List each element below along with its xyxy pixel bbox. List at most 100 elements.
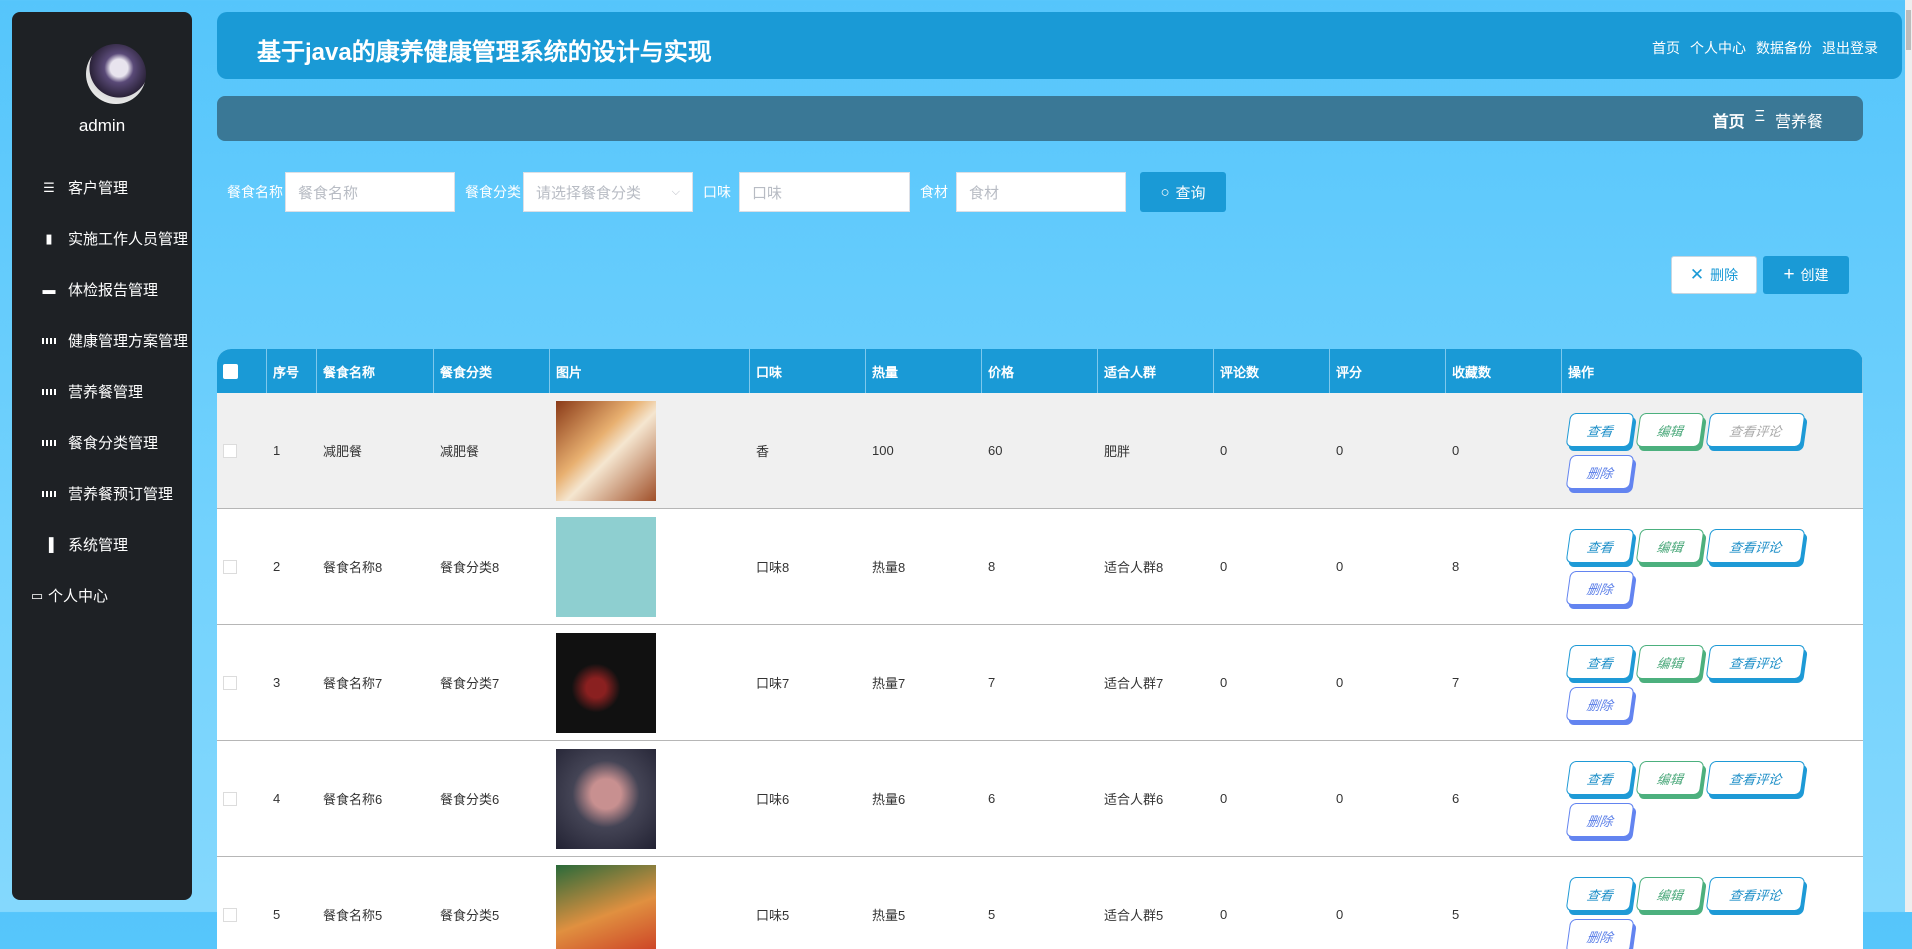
taste-input[interactable]: 口味 [739, 172, 910, 212]
row-delete-button[interactable]: 删除 [1566, 919, 1635, 949]
edit-button[interactable]: 编辑 [1636, 529, 1705, 563]
ticket-icon: ▬ [42, 283, 56, 297]
meal-image[interactable] [556, 865, 656, 949]
ingredient-input[interactable]: 食材 [956, 172, 1126, 212]
search-bar: 餐食名称 餐食名称 餐食分类 请选择餐食分类⌵ 口味 口味 食材 食材 ○查询 [227, 172, 1226, 212]
sidebar-item-bookings[interactable]: 营养餐预订管理 [12, 468, 192, 519]
sliders-icon: ☰ [42, 181, 56, 195]
sidebar-item-profile[interactable]: ▭个人中心 [12, 570, 192, 621]
view-button[interactable]: 查看 [1566, 529, 1635, 563]
table-row: 2餐食名称8餐食分类8口味8热量88适合人群8008 查看 编辑 查看评论 删除 [217, 509, 1863, 625]
row-checkbox[interactable] [223, 908, 237, 922]
select-all-checkbox[interactable] [223, 364, 238, 379]
column-header: 价格 [982, 349, 1098, 393]
name-input[interactable]: 餐食名称 [285, 172, 455, 212]
view-button[interactable]: 查看 [1566, 413, 1635, 447]
view-reviews-button[interactable]: 查看评论 [1706, 761, 1806, 795]
sidebar-item-system[interactable]: ▐ 系统管理 [12, 519, 192, 570]
table-row: 4餐食名称6餐食分类6口味6热量66适合人群6006 查看 编辑 查看评论 删除 [217, 741, 1863, 857]
nav-profile[interactable]: 个人中心 [1690, 38, 1746, 58]
column-header: 评论数 [1214, 349, 1330, 393]
row-checkbox[interactable] [223, 792, 237, 806]
sidebar-item-label: 实施工作人员管理 [68, 228, 188, 249]
row-checkbox[interactable] [223, 560, 237, 574]
nav-logout[interactable]: 退出登录 [1822, 38, 1878, 58]
edit-button[interactable]: 编辑 [1636, 645, 1705, 679]
breadcrumb-home[interactable]: 首页 [1713, 108, 1745, 132]
table-cell: 减肥餐 [434, 393, 550, 508]
table-cell: 0 [1330, 393, 1446, 508]
table-cell: 热量8 [866, 509, 982, 624]
meal-image[interactable] [556, 749, 656, 849]
table-cell: 热量7 [866, 625, 982, 740]
query-label: 查询 [1176, 182, 1206, 203]
row-checkbox[interactable] [223, 444, 237, 458]
delete-button[interactable]: ✕删除 [1671, 256, 1757, 294]
breadcrumb-separator: Ξ [1755, 108, 1765, 132]
nav-home[interactable]: 首页 [1652, 38, 1680, 58]
view-reviews-button[interactable]: 查看评论 [1706, 413, 1806, 447]
table-row: 5餐食名称5餐食分类5口味5热量55适合人群5005 查看 编辑 查看评论 删除 [217, 857, 1863, 949]
sidebar-item-reports[interactable]: ▬体检报告管理 [12, 264, 192, 315]
meals-table: 序号餐食名称餐食分类图片口味热量价格适合人群评论数评分收藏数操作 1减肥餐减肥餐… [217, 349, 1863, 949]
sidebar-item-label: 营养餐管理 [68, 381, 143, 402]
avatar[interactable] [86, 44, 146, 104]
sidebar-item-meals[interactable]: 营养餐管理 [12, 366, 192, 417]
sidebar-item-categories[interactable]: 餐食分类管理 [12, 417, 192, 468]
table-cell: 0 [1330, 857, 1446, 949]
meal-image[interactable] [556, 633, 656, 733]
row-delete-button[interactable]: 删除 [1566, 687, 1635, 721]
view-reviews-button[interactable]: 查看评论 [1706, 645, 1806, 679]
view-reviews-button[interactable]: 查看评论 [1706, 877, 1806, 911]
name-label: 餐食名称 [227, 182, 283, 202]
column-header: 餐食分类 [434, 349, 550, 393]
sidebar-item-customers[interactable]: ☰ 客户管理 [12, 162, 192, 213]
table-cell: 0 [1214, 393, 1330, 508]
ingredient-label: 食材 [920, 182, 948, 202]
table-cell: 0 [1330, 625, 1446, 740]
row-checkbox[interactable] [223, 676, 237, 690]
category-select[interactable]: 请选择餐食分类⌵ [523, 172, 693, 212]
table-cell: 适合人群7 [1098, 625, 1214, 740]
table-cell: 适合人群5 [1098, 857, 1214, 949]
table-cell: 8 [1446, 509, 1562, 624]
query-button[interactable]: ○查询 [1140, 172, 1226, 212]
table-row: 3餐食名称7餐食分类7口味7热量77适合人群7007 查看 编辑 查看评论 删除 [217, 625, 1863, 741]
page-scrollbar[interactable] [1905, 0, 1912, 912]
meal-image[interactable] [556, 517, 656, 617]
table-cell: 6 [982, 741, 1098, 856]
column-header: 评分 [1330, 349, 1446, 393]
delete-label: 删除 [1710, 265, 1738, 285]
sidebar: admin ☰客户管理 ▮实施工作人员管理 ▬体检报告管理 健康管理方案管理 营… [12, 12, 192, 900]
column-header: 收藏数 [1446, 349, 1562, 393]
edit-button[interactable]: 编辑 [1636, 877, 1705, 911]
nav-backup[interactable]: 数据备份 [1756, 38, 1812, 58]
row-delete-button[interactable]: 删除 [1566, 455, 1635, 489]
create-button[interactable]: +创建 [1763, 256, 1849, 294]
meal-image[interactable] [556, 401, 656, 501]
view-button[interactable]: 查看 [1566, 877, 1635, 911]
table-cell: 餐食分类8 [434, 509, 550, 624]
category-placeholder: 请选择餐食分类 [536, 182, 641, 203]
bar-chart-icon: ▐ [42, 538, 56, 552]
table-cell: 3 [267, 625, 317, 740]
table-cell: 5 [267, 857, 317, 949]
row-delete-button[interactable]: 删除 [1566, 803, 1635, 837]
view-button[interactable]: 查看 [1566, 645, 1635, 679]
sidebar-item-label: 系统管理 [68, 534, 128, 555]
view-button[interactable]: 查看 [1566, 761, 1635, 795]
view-reviews-button[interactable]: 查看评论 [1706, 529, 1806, 563]
edit-button[interactable]: 编辑 [1636, 413, 1705, 447]
sidebar-item-staff[interactable]: ▮实施工作人员管理 [12, 213, 192, 264]
row-delete-button[interactable]: 删除 [1566, 571, 1635, 605]
table-cell: 肥胖 [1098, 393, 1214, 508]
sidebar-item-plans[interactable]: 健康管理方案管理 [12, 315, 192, 366]
edit-button[interactable]: 编辑 [1636, 761, 1705, 795]
table-cell: 适合人群8 [1098, 509, 1214, 624]
table-cell: 口味7 [750, 625, 866, 740]
table-cell: 100 [866, 393, 982, 508]
sidebar-item-label: 客户管理 [68, 177, 128, 198]
table-cell: 5 [1446, 857, 1562, 949]
table-cell: 7 [1446, 625, 1562, 740]
top-nav: 首页 个人中心 数据备份 退出登录 [1652, 38, 1878, 58]
